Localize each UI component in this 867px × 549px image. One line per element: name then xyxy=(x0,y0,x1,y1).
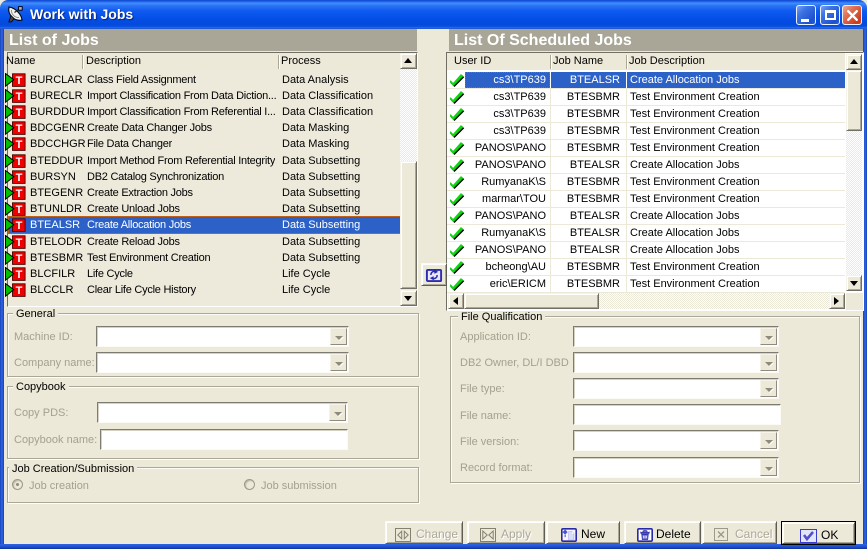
svg-text:T: T xyxy=(16,269,23,281)
svg-text:T: T xyxy=(16,107,23,119)
svg-text:T: T xyxy=(16,253,23,265)
svg-text:T: T xyxy=(16,285,23,297)
svg-text:T: T xyxy=(16,91,23,103)
svg-text:T: T xyxy=(16,220,23,232)
svg-text:T: T xyxy=(16,139,23,151)
svg-text:T: T xyxy=(16,204,23,216)
svg-text:T: T xyxy=(16,123,23,135)
svg-text:T: T xyxy=(16,75,23,87)
svg-text:T: T xyxy=(16,156,23,168)
svg-text:T: T xyxy=(16,188,23,200)
svg-text:T: T xyxy=(16,172,23,184)
svg-text:T: T xyxy=(16,237,23,249)
